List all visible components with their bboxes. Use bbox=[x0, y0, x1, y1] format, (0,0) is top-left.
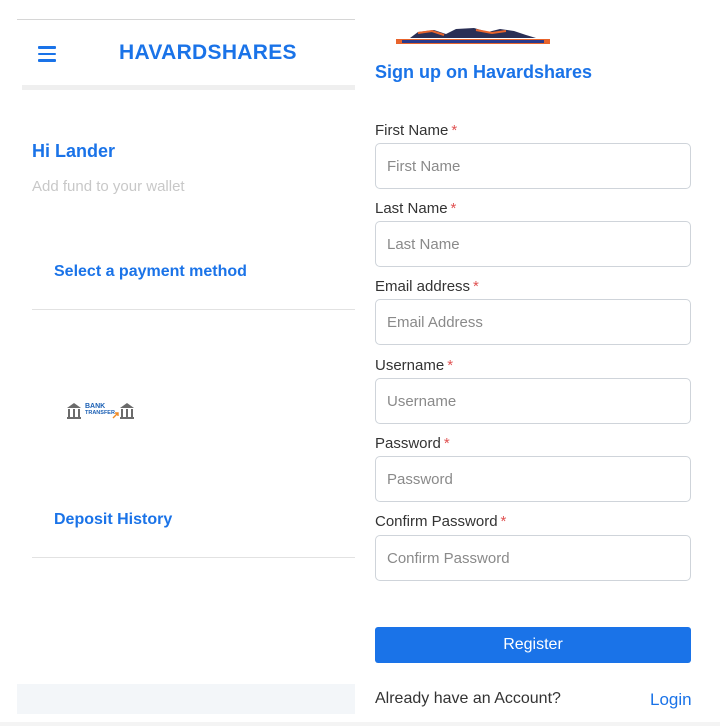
divider bbox=[32, 309, 355, 310]
hamburger-icon[interactable] bbox=[38, 46, 56, 62]
arrow-icon bbox=[112, 412, 119, 419]
greeting-subtitle: Add fund to your wallet bbox=[32, 178, 185, 195]
app-header: HAVARDSHARES bbox=[22, 20, 355, 90]
bank-logo-line2: TRANSFER bbox=[85, 410, 115, 416]
username-input[interactable] bbox=[375, 378, 691, 424]
first-name-label: First Name * bbox=[375, 122, 458, 139]
bank-logo-line1: BANK bbox=[85, 403, 106, 410]
wallet-panel: HAVARDSHARES Hi Lander Add fund to your … bbox=[0, 0, 360, 726]
bank-transfer-option[interactable]: BANK TRANSFER bbox=[66, 400, 138, 422]
signup-panel: Sign up on Havardshares First Name* Last… bbox=[360, 0, 720, 726]
bottom-edge bbox=[0, 722, 720, 726]
last-name-label: Last Name * bbox=[375, 200, 457, 217]
panel-footer bbox=[17, 684, 355, 714]
signup-title: Sign up on Havardshares bbox=[375, 62, 593, 82]
last-name-input[interactable] bbox=[375, 221, 691, 267]
bank-building-icon bbox=[67, 403, 81, 419]
password-input[interactable] bbox=[375, 456, 691, 502]
brand-title: HAVARDSHARES bbox=[119, 41, 297, 64]
register-button[interactable]: Register bbox=[375, 627, 691, 663]
password-label: Password * bbox=[375, 435, 450, 452]
greeting: Hi Lander bbox=[32, 141, 116, 161]
first-name-input[interactable] bbox=[375, 143, 691, 189]
login-link[interactable]: Login bbox=[650, 690, 692, 710]
payment-method-title: Select a payment method bbox=[54, 263, 247, 280]
confirm-password-label: Confirm Password * bbox=[375, 513, 507, 530]
email-label: Email address * bbox=[375, 278, 479, 295]
bank-building-icon bbox=[120, 403, 134, 419]
confirm-password-input[interactable] bbox=[375, 535, 691, 581]
username-label: Username * bbox=[375, 357, 454, 374]
havardshares-logo-icon bbox=[396, 28, 550, 44]
divider bbox=[32, 557, 355, 558]
already-account-text: Already have an Account? bbox=[375, 690, 561, 707]
deposit-history-link[interactable]: Deposit History bbox=[54, 511, 172, 529]
email-input[interactable] bbox=[375, 299, 691, 345]
